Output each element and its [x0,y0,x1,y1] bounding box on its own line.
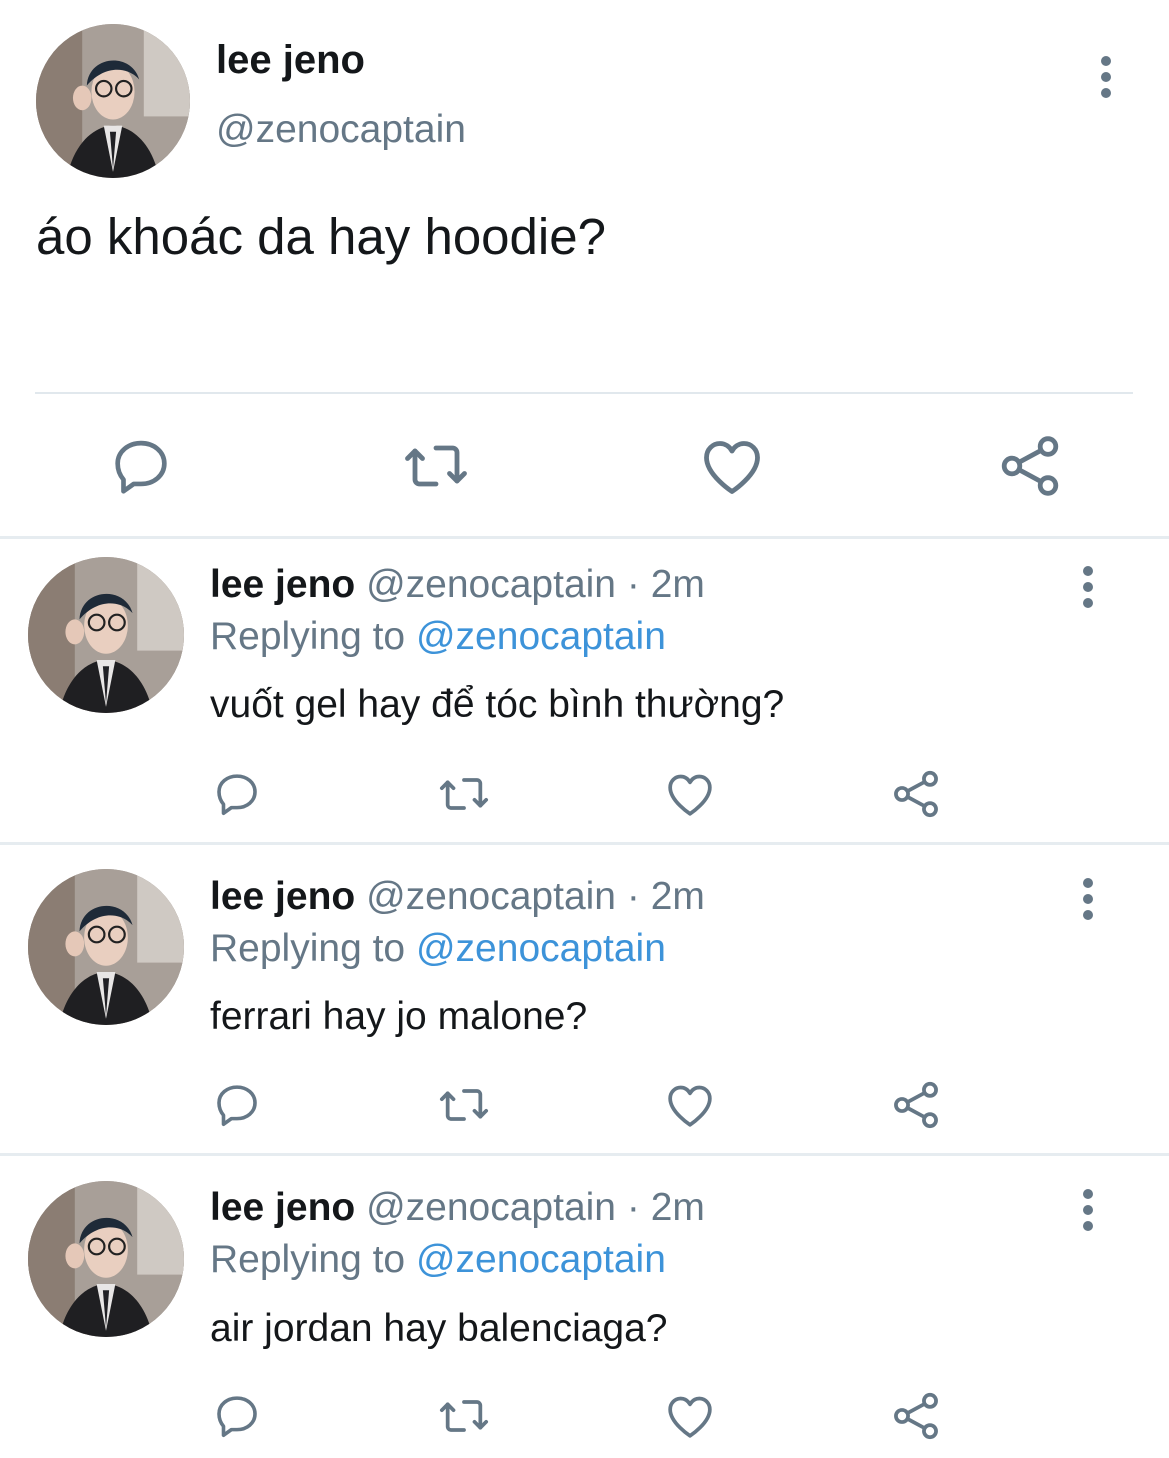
main-more-vertical-icon[interactable] [1094,56,1118,104]
replying-label: Replying to [210,927,406,970]
like-icon[interactable] [662,766,718,822]
reply-display-name[interactable]: lee jeno [210,563,355,606]
profile-photo-icon [36,24,190,178]
reply-handle[interactable]: @zenocaptain [366,1186,616,1229]
profile-photo-icon [28,1181,184,1337]
reply-avatar[interactable] [28,557,184,713]
reply-text: vuốt gel hay để tóc bình thường? [210,683,785,726]
reply-text: ferrari hay jo malone? [210,995,588,1038]
thread-separator [0,842,1169,845]
reply-header: lee jeno @zenocaptain · 2m [210,874,705,920]
dot-separator: · [626,1186,640,1229]
replying-handle-link[interactable]: @zenocaptain [416,927,666,970]
dot-separator: · [626,563,640,606]
reply-time[interactable]: 2m [651,875,705,918]
main-tweet-text: áo khoác da hay hoodie? [36,208,606,265]
reply-display-name[interactable]: lee jeno [210,1186,355,1229]
reply-header: lee jeno @zenocaptain · 2m [210,1185,705,1231]
thread-separator [0,1153,1169,1156]
share-icon[interactable] [994,430,1066,502]
reply-text: air jordan hay balenciaga? [210,1307,668,1350]
profile-photo-icon [28,869,184,1025]
like-icon[interactable] [662,1077,718,1133]
thread-separator [0,536,1169,539]
replying-handle-link[interactable]: @zenocaptain [416,615,666,658]
reply-icon[interactable] [210,1388,264,1442]
reply-icon[interactable] [210,766,264,820]
reply-time[interactable]: 2m [651,1186,705,1229]
reply-icon[interactable] [210,1077,264,1131]
reply-avatar[interactable] [28,1181,184,1337]
reply-display-name[interactable]: lee jeno [210,875,355,918]
share-icon[interactable] [888,1388,944,1444]
retweet-icon[interactable] [436,1388,492,1444]
retweet-icon[interactable] [400,430,472,502]
main-divider [35,392,1133,394]
replying-handle-link[interactable]: @zenocaptain [416,1238,666,1281]
replying-label: Replying to [210,615,406,658]
replying-to: Replying to @zenocaptain [210,926,666,972]
retweet-icon[interactable] [436,766,492,822]
profile-photo-icon [28,557,184,713]
like-icon[interactable] [696,430,768,502]
reply-avatar[interactable] [28,869,184,1025]
share-icon[interactable] [888,1077,944,1133]
share-icon[interactable] [888,766,944,822]
reply-more-vertical-icon[interactable] [1076,1189,1100,1237]
reply-more-vertical-icon[interactable] [1076,566,1100,614]
retweet-icon[interactable] [436,1077,492,1133]
like-icon[interactable] [662,1388,718,1444]
replying-label: Replying to [210,1238,406,1281]
reply-time[interactable]: 2m [651,563,705,606]
replying-to: Replying to @zenocaptain [210,614,666,660]
main-display-name[interactable]: lee jeno [216,36,365,84]
reply-icon[interactable] [106,430,176,500]
reply-more-vertical-icon[interactable] [1076,878,1100,926]
replying-to: Replying to @zenocaptain [210,1237,666,1283]
reply-handle[interactable]: @zenocaptain [366,563,616,606]
main-avatar[interactable] [36,24,190,178]
reply-handle[interactable]: @zenocaptain [366,875,616,918]
main-handle[interactable]: @zenocaptain [216,106,466,154]
reply-header: lee jeno @zenocaptain · 2m [210,562,705,608]
dot-separator: · [626,875,640,918]
